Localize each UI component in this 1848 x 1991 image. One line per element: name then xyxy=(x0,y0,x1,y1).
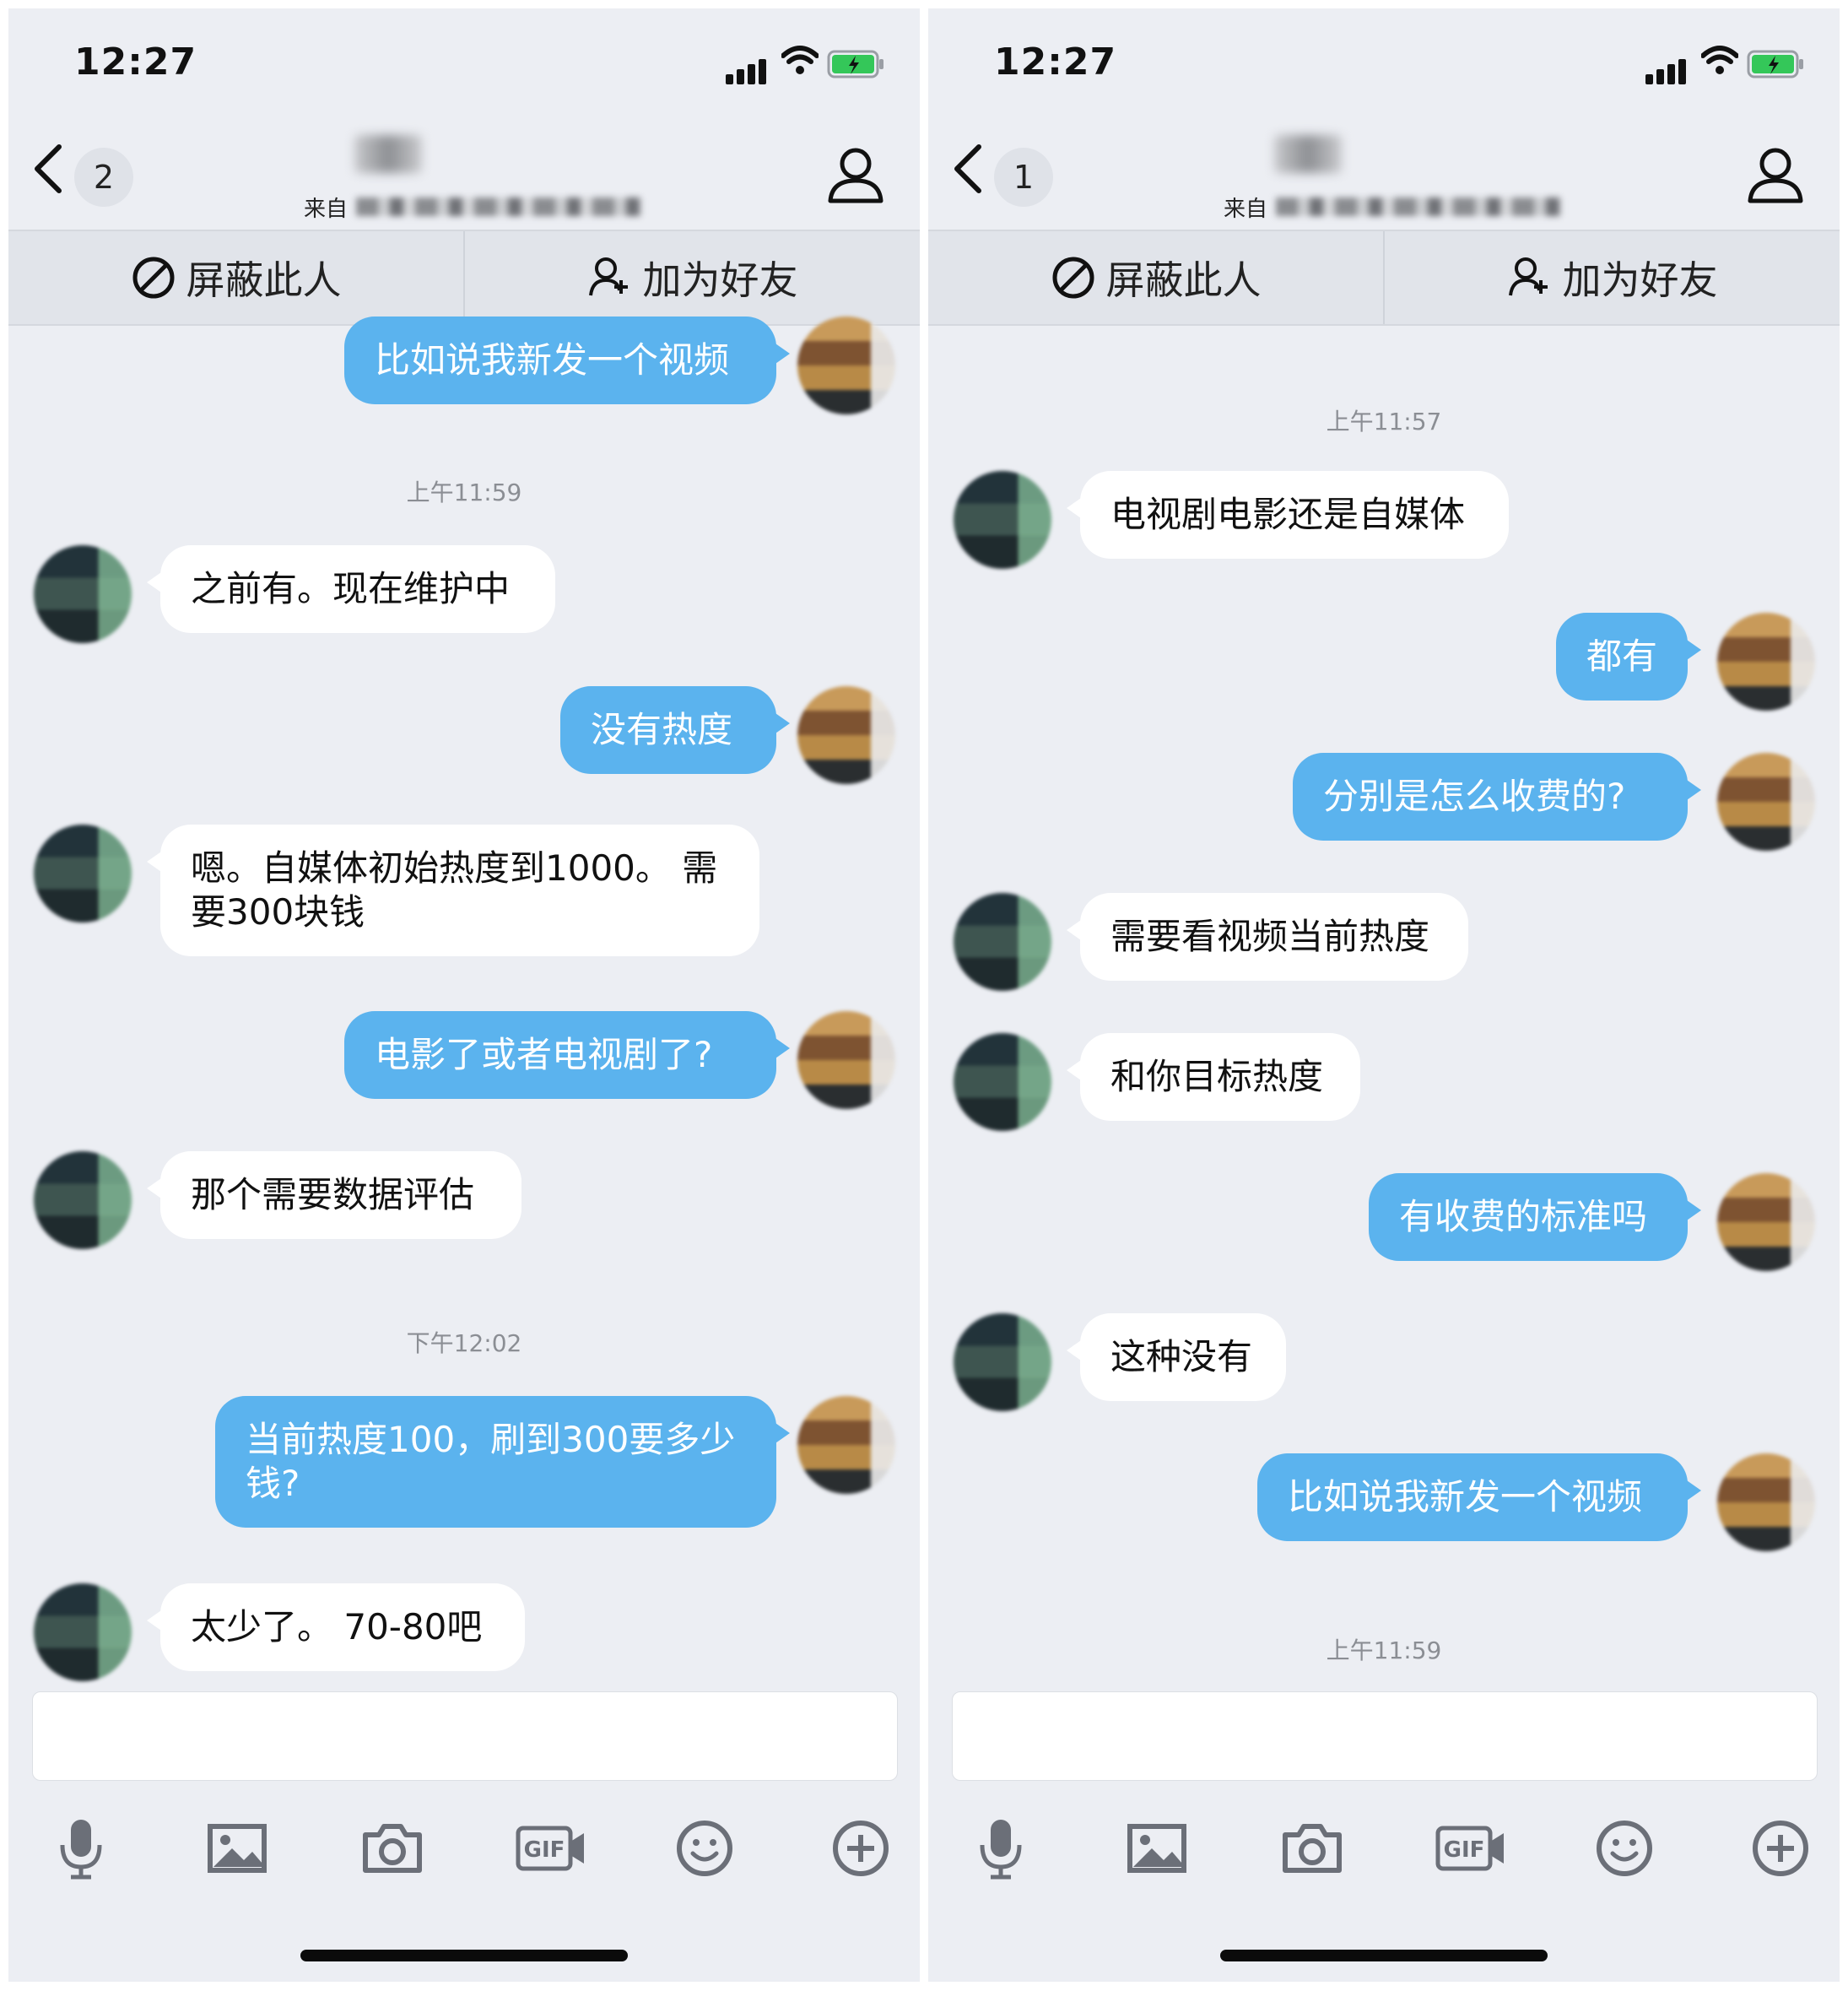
microphone-icon[interactable] xyxy=(967,1815,1035,1882)
status-icons xyxy=(1645,46,1806,84)
wifi-icon xyxy=(1701,46,1738,74)
message-bubble-incoming[interactable]: 嗯。自媒体初始热度到1000。 需要300块钱 xyxy=(147,825,759,956)
timestamp: 下午12:02 xyxy=(406,1329,522,1357)
avatar-me[interactable] xyxy=(1717,613,1815,711)
avatar-contact[interactable] xyxy=(954,893,1051,991)
gif-icon[interactable]: GIF xyxy=(515,1815,587,1882)
timestamp: 上午11:57 xyxy=(1326,408,1442,436)
plus-circle-icon[interactable] xyxy=(1747,1815,1814,1882)
message-bubble-outgoing[interactable]: 比如说我新发一个视频 xyxy=(1257,1453,1701,1541)
avatar-contact[interactable] xyxy=(34,825,132,922)
gif-icon[interactable]: GIF xyxy=(1435,1815,1507,1882)
chat-screen-right: 12:27 1 来自 屏蔽此人 加为好友 上午11:57 电视剧电影还是自媒体 … xyxy=(928,8,1840,1982)
image-icon[interactable] xyxy=(203,1815,271,1882)
block-icon xyxy=(1052,257,1094,299)
message-bubble-outgoing[interactable]: 当前热度100，刷到300要多少钱? xyxy=(215,1396,790,1528)
profile-icon[interactable] xyxy=(824,143,888,208)
profile-icon[interactable] xyxy=(1743,143,1807,208)
message-bubble-outgoing[interactable]: 比如说我新发一个视频 xyxy=(344,317,790,404)
action-bar: 屏蔽此人 加为好友 xyxy=(928,230,1840,326)
message-bubble-incoming[interactable]: 电视剧电影还是自媒体 xyxy=(1067,471,1509,559)
message-bubble-outgoing[interactable]: 没有热度 xyxy=(560,686,790,774)
avatar-me[interactable] xyxy=(797,317,895,414)
avatar-contact[interactable] xyxy=(954,1033,1051,1131)
avatar-contact[interactable] xyxy=(34,545,132,643)
battery-charging-icon xyxy=(1747,50,1803,78)
gif-label: GIF xyxy=(524,1837,565,1863)
emoji-icon[interactable] xyxy=(671,1815,738,1882)
avatar-me[interactable] xyxy=(1717,1453,1815,1551)
message-bubble-incoming[interactable]: 和你目标热度 xyxy=(1067,1033,1360,1121)
back-chevron-icon[interactable] xyxy=(942,135,992,203)
block-user-label: 屏蔽此人 xyxy=(1105,257,1262,303)
avatar-me[interactable] xyxy=(797,1396,895,1494)
chat-toolbar: GIF xyxy=(8,1806,920,1891)
avatar-contact[interactable] xyxy=(954,1313,1051,1411)
message-bubble-outgoing[interactable]: 电影了或者电视剧了? xyxy=(344,1011,790,1099)
message-input[interactable] xyxy=(32,1691,898,1781)
block-user-button[interactable]: 屏蔽此人 xyxy=(8,231,463,324)
avatar-contact[interactable] xyxy=(34,1151,132,1249)
battery-charging-icon xyxy=(827,50,883,78)
chat-subtitle: 来自 xyxy=(1224,196,1561,222)
block-user-label: 屏蔽此人 xyxy=(186,257,342,303)
chat-title-redacted xyxy=(1274,135,1342,173)
add-friend-label: 加为好友 xyxy=(1562,257,1718,303)
microphone-icon[interactable] xyxy=(47,1815,115,1882)
avatar-me[interactable] xyxy=(797,686,895,784)
add-friend-button[interactable]: 加为好友 xyxy=(463,231,920,324)
message-bubble-outgoing[interactable]: 有收费的标准吗 xyxy=(1369,1173,1701,1261)
message-bubble-outgoing[interactable]: 都有 xyxy=(1556,613,1701,701)
avatar-contact[interactable] xyxy=(34,1583,132,1681)
avatar-me[interactable] xyxy=(1717,753,1815,851)
status-time: 12:27 xyxy=(994,41,1117,84)
message-bubble-incoming[interactable]: 那个需要数据评估 xyxy=(147,1151,521,1239)
message-bubble-incoming[interactable]: 之前有。现在维护中 xyxy=(147,545,555,633)
message-bubble-incoming[interactable]: 这种没有 xyxy=(1067,1313,1286,1401)
wifi-icon xyxy=(781,46,819,74)
status-time: 12:27 xyxy=(74,41,197,84)
avatar-me[interactable] xyxy=(797,1011,895,1109)
home-indicator[interactable] xyxy=(300,1950,628,1961)
unread-badge[interactable]: 2 xyxy=(74,148,133,207)
camera-icon[interactable] xyxy=(359,1815,426,1882)
action-bar: 屏蔽此人 加为好友 xyxy=(8,230,920,326)
add-friend-icon xyxy=(1508,257,1548,296)
message-bubble-incoming[interactable]: 太少了。 70-80吧 xyxy=(147,1583,525,1671)
signal-icon xyxy=(1645,74,1653,84)
avatar-contact[interactable] xyxy=(954,471,1051,569)
camera-icon[interactable] xyxy=(1278,1815,1346,1882)
home-indicator[interactable] xyxy=(1220,1950,1548,1961)
avatar-me[interactable] xyxy=(1717,1173,1815,1271)
block-icon xyxy=(132,257,174,299)
add-friend-label: 加为好友 xyxy=(642,257,798,303)
status-icons xyxy=(726,46,886,84)
chat-title-redacted xyxy=(354,135,422,173)
block-user-button[interactable]: 屏蔽此人 xyxy=(928,231,1383,324)
add-friend-button[interactable]: 加为好友 xyxy=(1383,231,1840,324)
subtitle-prefix: 来自 xyxy=(1224,196,1268,222)
timestamp: 上午11:59 xyxy=(406,479,522,506)
gif-label: GIF xyxy=(1444,1837,1485,1863)
chat-screen-left: 12:27 2 来自 屏蔽此人 加为好友 比如说我新发一个视频 上午11:59 … xyxy=(8,8,920,1982)
message-input[interactable] xyxy=(952,1691,1818,1781)
plus-circle-icon[interactable] xyxy=(827,1815,894,1882)
timestamp: 上午11:59 xyxy=(1326,1637,1442,1664)
chat-toolbar: GIF xyxy=(928,1806,1840,1891)
message-bubble-outgoing[interactable]: 分别是怎么收费的? xyxy=(1293,753,1701,841)
subtitle-redacted xyxy=(356,197,641,216)
add-friend-icon xyxy=(588,257,628,296)
signal-icon xyxy=(726,74,733,84)
unread-badge[interactable]: 1 xyxy=(994,148,1053,207)
subtitle-redacted xyxy=(1276,197,1561,216)
subtitle-prefix: 来自 xyxy=(304,196,349,222)
back-chevron-icon[interactable] xyxy=(22,135,73,203)
emoji-icon[interactable] xyxy=(1591,1815,1658,1882)
image-icon[interactable] xyxy=(1123,1815,1191,1882)
message-bubble-incoming[interactable]: 需要看视频当前热度 xyxy=(1067,893,1468,981)
chat-subtitle: 来自 xyxy=(304,196,641,222)
